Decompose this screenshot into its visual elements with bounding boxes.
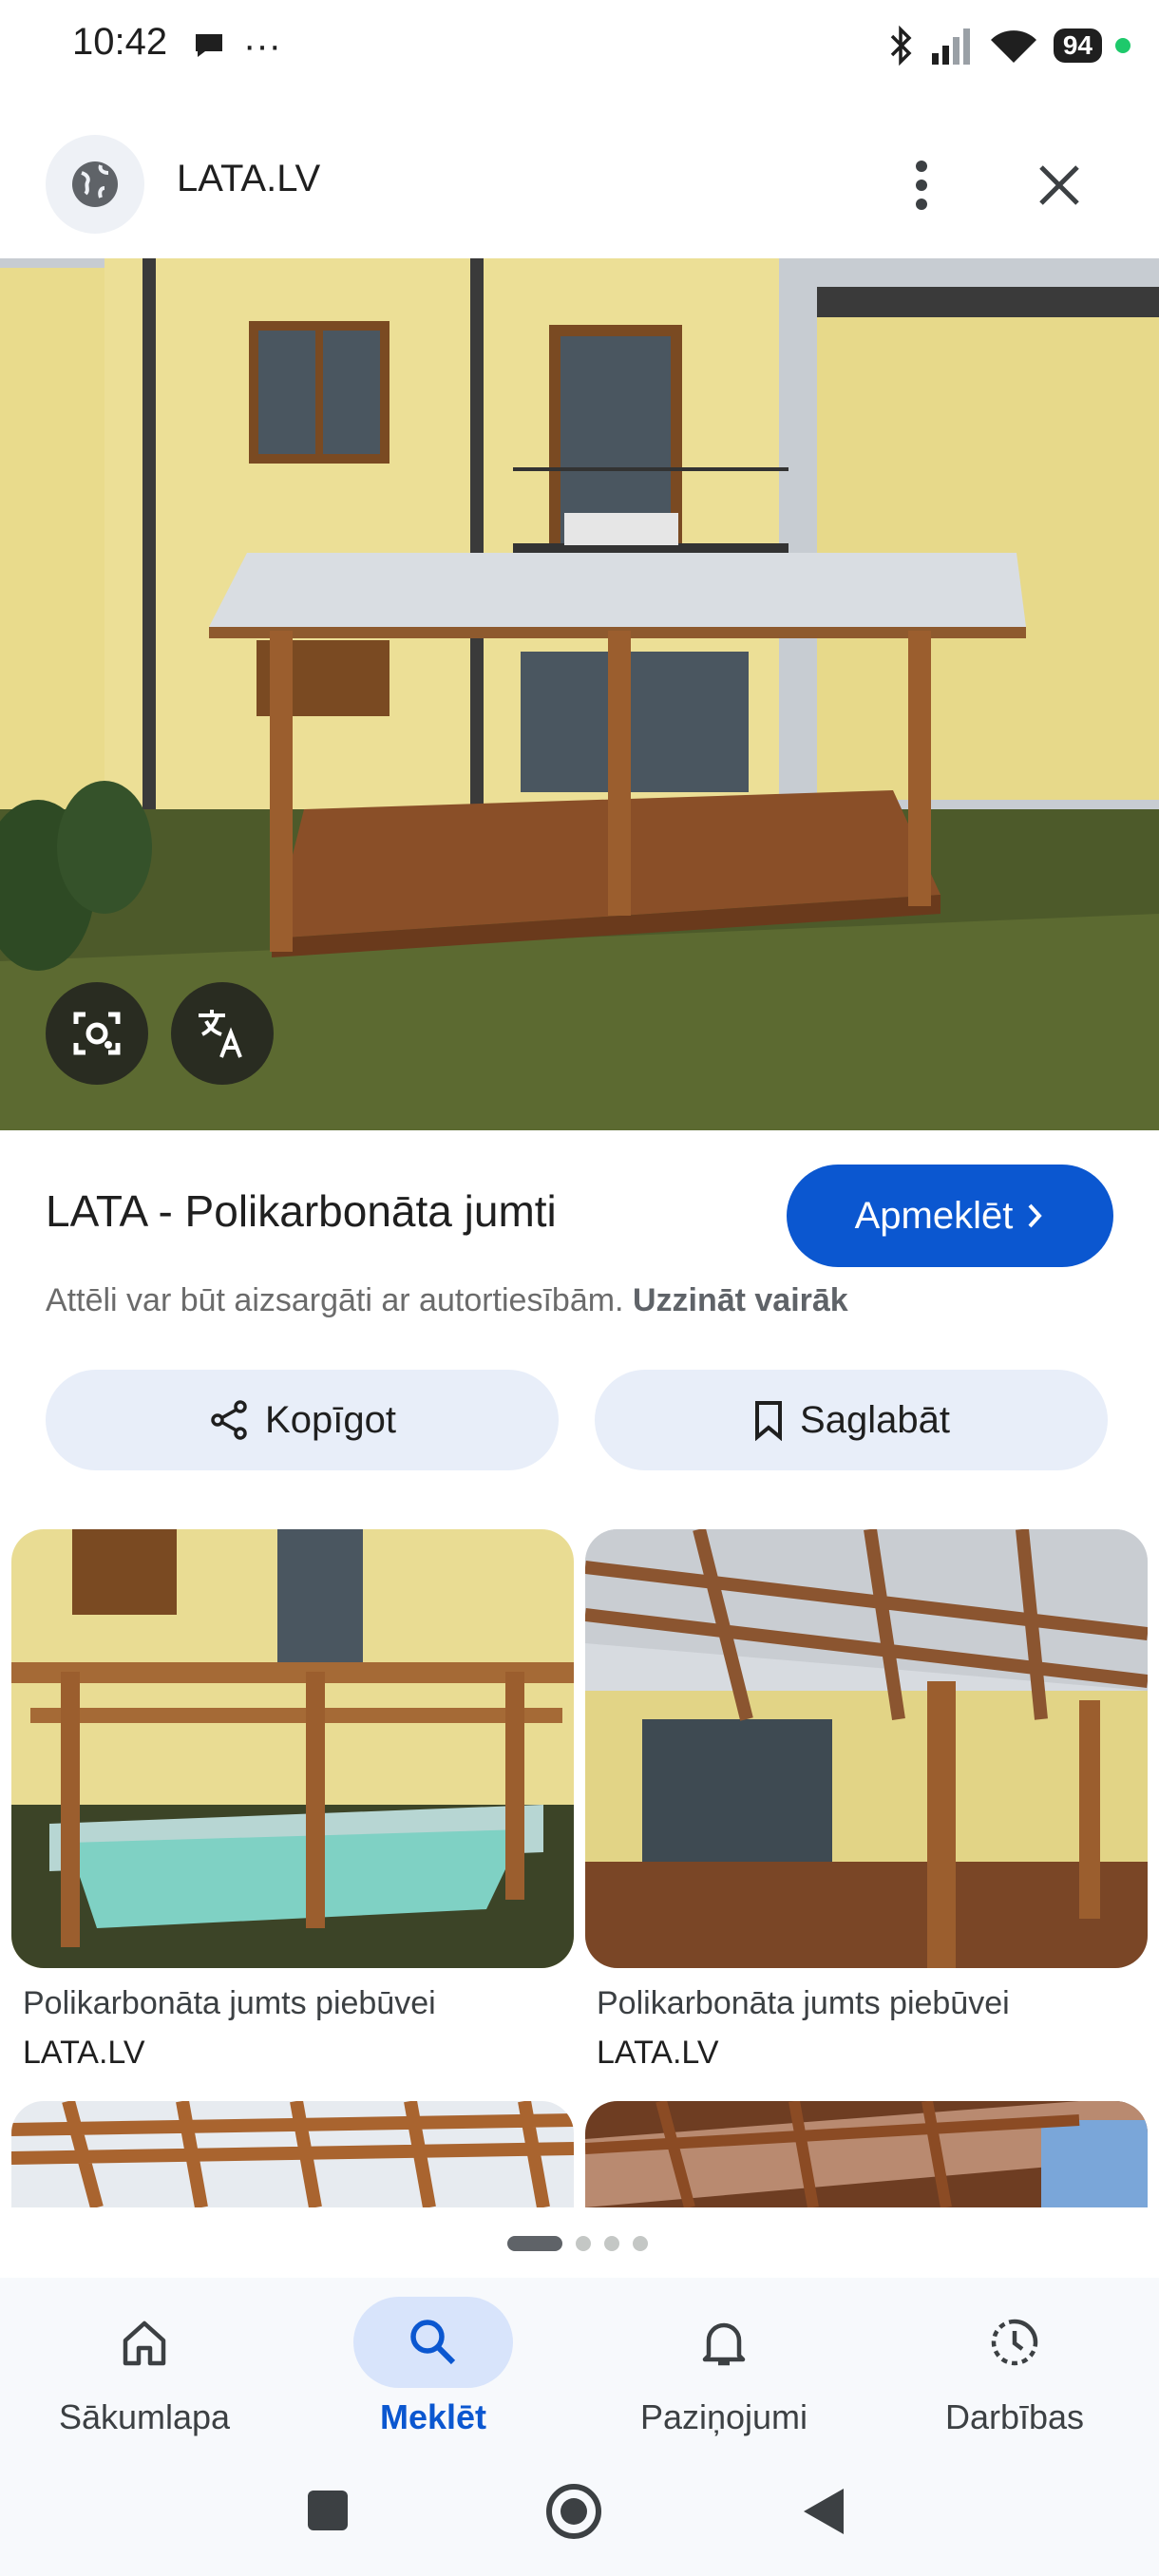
nav-home[interactable]: Sākumlapa: [21, 2297, 268, 2458]
bluetooth-icon: [890, 25, 912, 66]
chat-notification-icon: [190, 27, 228, 69]
page-dot: [604, 2236, 619, 2251]
copyright-notice: Attēli var būt aizsargāti ar autortiesīb…: [46, 1282, 848, 1319]
more-notifications-icon: ···: [243, 25, 281, 66]
related-image-2[interactable]: [585, 1529, 1148, 1968]
home-icon: [123, 2320, 166, 2366]
nav-search-label: Meklēt: [379, 2397, 487, 2436]
bookmark-icon: [755, 1401, 783, 1441]
nav-search[interactable]: Meklēt: [310, 2297, 557, 2458]
visit-label: Apmeklēt: [854, 1194, 1014, 1237]
close-icon: [1039, 165, 1079, 205]
nav-activity[interactable]: Darbības: [891, 2297, 1138, 2458]
page-dot: [576, 2236, 591, 2251]
copyright-text: Attēli var būt aizsargāti ar autortiesīb…: [46, 1282, 624, 1318]
main-image[interactable]: [0, 258, 1159, 1130]
battery-indicator: 94: [1053, 28, 1102, 63]
share-button[interactable]: Kopīgot: [46, 1370, 559, 1470]
related-source-1: LATA.LV: [23, 2035, 145, 2071]
related-image-1[interactable]: [11, 1529, 574, 1968]
signal-icon: [931, 28, 970, 65]
globe-icon: [72, 161, 118, 207]
bottom-navigation: Sākumlapa Meklēt Paziņojumi Darbības: [0, 2278, 1159, 2464]
search-icon: [410, 2320, 456, 2365]
lens-icon: [73, 1012, 121, 1055]
related-image-3[interactable]: [11, 2101, 574, 2207]
more-vert-icon: [916, 161, 927, 210]
status-time: 10:42: [72, 21, 168, 63]
privacy-dot: [1115, 38, 1130, 53]
recents-button[interactable]: [306, 2489, 350, 2537]
translate-button[interactable]: [171, 982, 274, 1085]
nav-notifications-label: Paziņojumi: [639, 2397, 808, 2436]
share-icon: [211, 1400, 247, 1440]
page-dot-active: [507, 2236, 562, 2251]
translate-icon: [199, 1010, 242, 1058]
visit-button[interactable]: Apmeklēt: [787, 1165, 1113, 1267]
system-navigation-bar: [0, 2464, 1159, 2576]
learn-more-link[interactable]: Uzzināt vairāk: [633, 1282, 848, 1318]
home-system-button[interactable]: [545, 2483, 602, 2545]
bell-icon: [702, 2322, 746, 2366]
page-dot: [633, 2236, 648, 2251]
related-source-2: LATA.LV: [597, 2035, 719, 2071]
nav-notifications[interactable]: Paziņojumi: [600, 2297, 847, 2458]
page-title: LATA - Polikarbonāta jumti: [46, 1186, 557, 1236]
home-circle-icon: [546, 2484, 601, 2539]
related-image-4[interactable]: [585, 2101, 1148, 2207]
back-button[interactable]: [800, 2485, 846, 2543]
back-icon: [804, 2489, 844, 2534]
related-caption-2[interactable]: Polikarbonāta jumts piebūvei: [597, 1985, 1010, 2022]
close-button[interactable]: [1026, 152, 1092, 218]
nav-activity-label: Darbības: [944, 2397, 1085, 2436]
site-favicon: [46, 135, 144, 234]
save-button[interactable]: Saglabāt: [595, 1370, 1108, 1470]
status-icons: 94: [884, 19, 1130, 72]
page-indicator: [507, 2236, 648, 2251]
lens-button[interactable]: [46, 982, 148, 1085]
share-label: Kopīgot: [265, 1398, 396, 1441]
more-options-button[interactable]: [893, 152, 950, 218]
chevron-right-icon: [1028, 1203, 1043, 1228]
activity-icon: [991, 2319, 1038, 2366]
related-caption-1[interactable]: Polikarbonāta jumts piebūvei: [23, 1985, 436, 2022]
recents-icon: [308, 2491, 348, 2530]
wifi-icon: [990, 30, 1036, 63]
save-label: Saglabāt: [800, 1398, 950, 1441]
nav-home-label: Sākumlapa: [58, 2397, 231, 2436]
site-name: LATA.LV: [177, 158, 321, 199]
